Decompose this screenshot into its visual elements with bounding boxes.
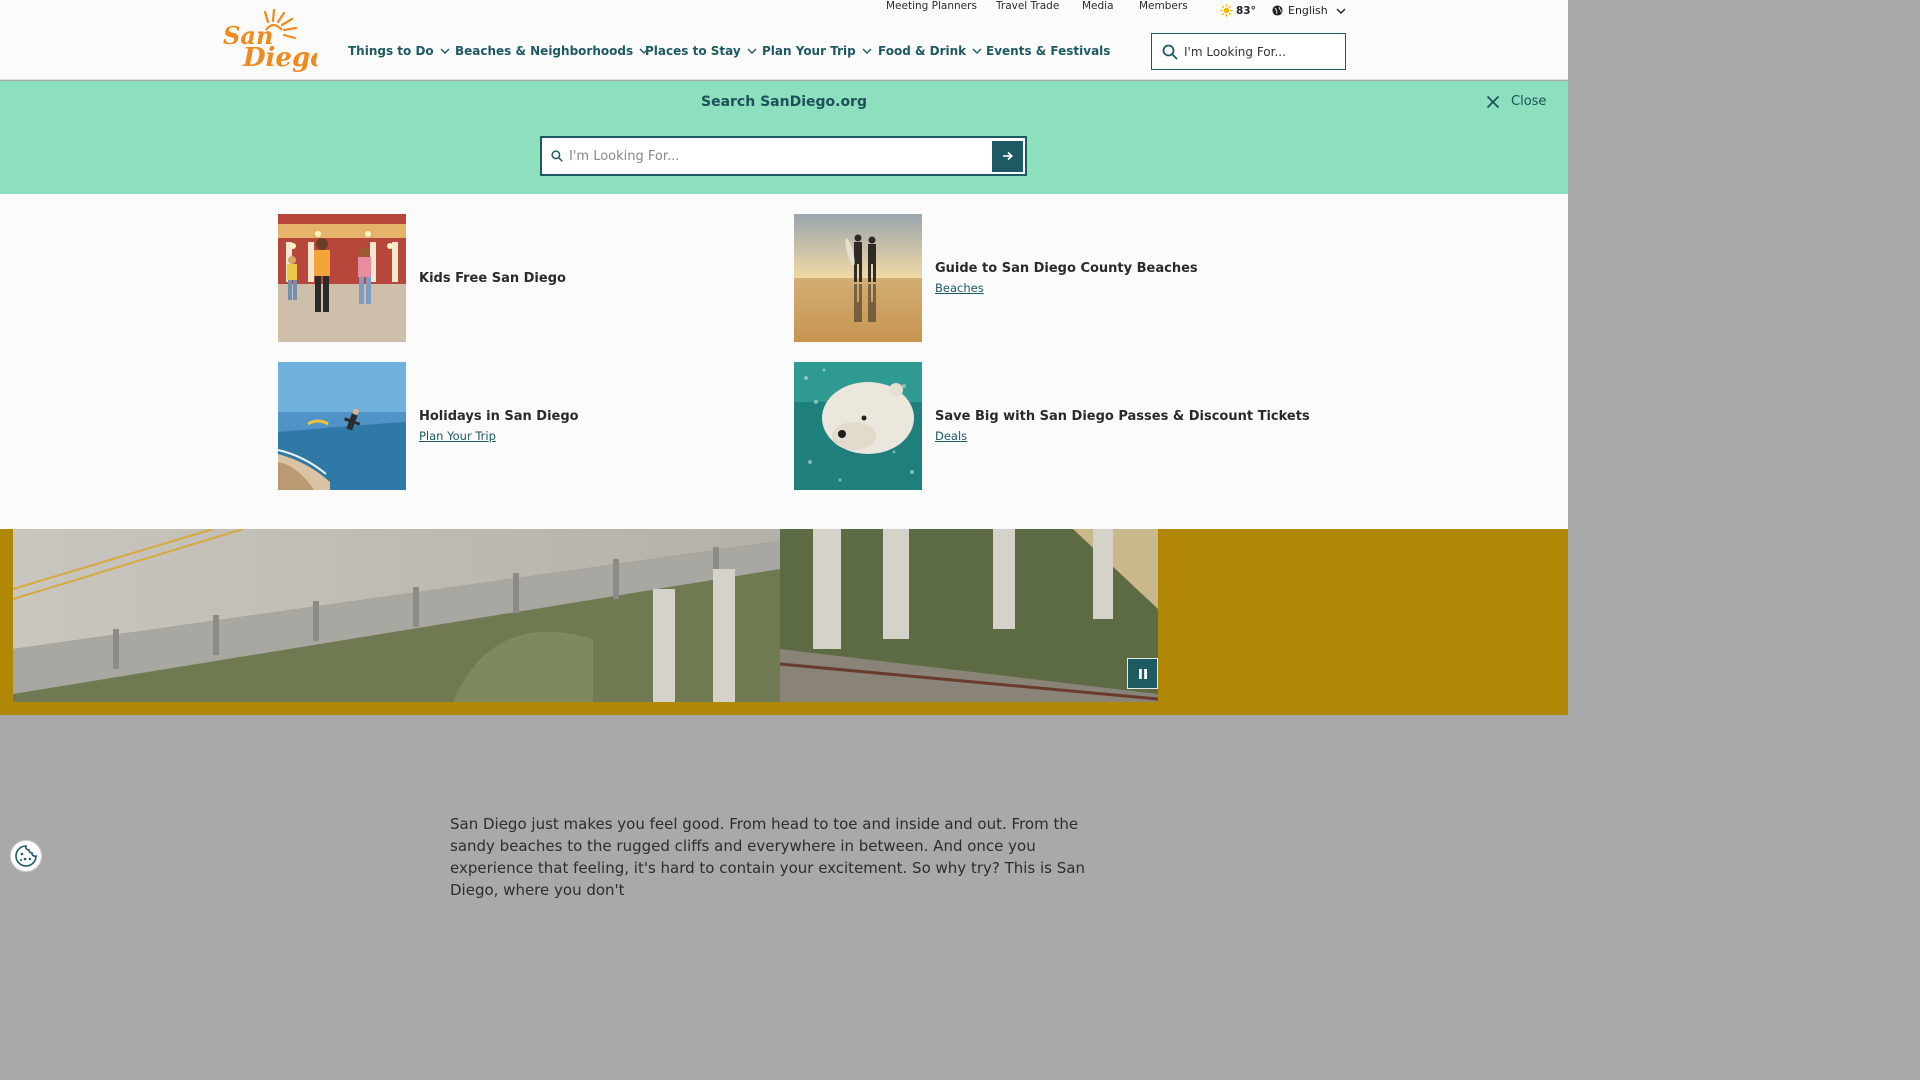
carousel-family-image (278, 214, 406, 342)
cookie-icon (15, 845, 37, 867)
utility-link-travel-trade[interactable]: Travel Trade (996, 0, 1059, 12)
nav-label: Events & Festivals (986, 44, 1111, 58)
video-pause-button[interactable] (1127, 658, 1158, 689)
utility-link-members[interactable]: Members (1139, 0, 1188, 12)
nav-events-festivals[interactable]: Events & Festivals (986, 44, 1110, 58)
language-label: English (1288, 4, 1328, 17)
result-title[interactable]: Save Big with San Diego Passes & Discoun… (935, 409, 1310, 424)
utility-link-meeting-planners[interactable]: Meeting Planners (886, 0, 977, 12)
search-icon (551, 150, 563, 162)
weather-temp: 83° (1236, 4, 1256, 17)
nav-label: Things to Do (348, 44, 434, 58)
close-icon (1486, 95, 1500, 108)
nav-label: Plan Your Trip (762, 44, 856, 58)
result-category-link[interactable]: Deals (935, 429, 967, 443)
header-search-box[interactable] (1151, 33, 1346, 70)
chevron-down-icon (972, 48, 982, 54)
result-title[interactable]: Guide to San Diego County Beaches (935, 261, 1198, 276)
result-card[interactable]: Holidays in San Diego Plan Your Trip (278, 362, 579, 490)
sun-icon (1220, 4, 1233, 17)
polar-bear-image (794, 362, 922, 490)
result-thumbnail[interactable] (794, 214, 922, 342)
result-text: Kids Free San Diego (419, 271, 566, 286)
panel-search-box (540, 136, 1027, 176)
logo-graphic: San Diego (223, 8, 328, 73)
result-text: Guide to San Diego County Beaches Beache… (935, 261, 1198, 296)
nav-food-drink[interactable]: Food & Drink (878, 44, 982, 58)
paraglider-coast-image (278, 362, 406, 490)
nav-label: Food & Drink (878, 44, 967, 58)
nav-plan-your-trip[interactable]: Plan Your Trip (762, 44, 872, 58)
intro-paragraph: San Diego just makes you feel good. From… (450, 815, 1085, 899)
header-search-input[interactable] (1184, 44, 1334, 59)
close-label: Close (1511, 94, 1547, 109)
search-icon (1162, 44, 1178, 59)
result-thumbnail[interactable] (278, 214, 406, 342)
result-title[interactable]: Holidays in San Diego (419, 409, 579, 424)
result-card[interactable]: Guide to San Diego County Beaches Beache… (794, 214, 1198, 342)
search-submit-button[interactable] (992, 140, 1023, 172)
nav-beaches-neighborhoods[interactable]: Beaches & Neighborhoods (455, 44, 649, 58)
nav-label: Places to Stay (645, 44, 741, 58)
hero-band (0, 529, 1568, 715)
globe-icon (1272, 5, 1283, 16)
result-category-link[interactable]: Beaches (935, 281, 984, 295)
site-header: San Diego Meeting Planners Travel Trade … (0, 0, 1568, 80)
close-search-button[interactable]: Close (1486, 94, 1546, 109)
result-text: Holidays in San Diego Plan Your Trip (419, 409, 579, 444)
search-panel-title: Search SanDiego.org (701, 94, 867, 110)
utility-link-media[interactable]: Media (1082, 0, 1114, 12)
result-thumbnail[interactable] (278, 362, 406, 490)
result-card[interactable]: Kids Free San Diego (278, 214, 566, 342)
hero-video[interactable] (13, 529, 1158, 702)
arrow-right-icon (1003, 151, 1013, 161)
chevron-down-icon (862, 48, 872, 54)
svg-text:Diego: Diego (242, 43, 317, 72)
pause-icon (1138, 668, 1147, 679)
nav-places-to-stay[interactable]: Places to Stay (645, 44, 757, 58)
result-card[interactable]: Save Big with San Diego Passes & Discoun… (794, 362, 1310, 490)
search-suggestions: Kids Free San Diego Guide to San Diego C… (0, 194, 1568, 529)
chevron-down-icon (1336, 8, 1346, 14)
panel-search-input[interactable] (569, 148, 992, 164)
search-overlay-panel: Search SanDiego.org Close (0, 81, 1568, 194)
chevron-down-icon (440, 48, 450, 54)
nav-label: Beaches & Neighborhoods (455, 44, 634, 58)
result-thumbnail[interactable] (794, 362, 922, 490)
result-category-link[interactable]: Plan Your Trip (419, 429, 496, 443)
san-diego-logo[interactable]: San Diego (221, 8, 328, 73)
weather-widget: 83° (1220, 4, 1256, 17)
language-selector[interactable]: English (1272, 4, 1346, 17)
nav-things-to-do[interactable]: Things to Do (348, 44, 450, 58)
bridge-aerial-video-frame (13, 529, 1158, 702)
result-text: Save Big with San Diego Passes & Discoun… (935, 409, 1310, 444)
result-title[interactable]: Kids Free San Diego (419, 271, 566, 286)
cookie-settings-button[interactable] (10, 840, 42, 872)
chevron-down-icon (747, 48, 757, 54)
beach-surfers-image (794, 214, 922, 342)
